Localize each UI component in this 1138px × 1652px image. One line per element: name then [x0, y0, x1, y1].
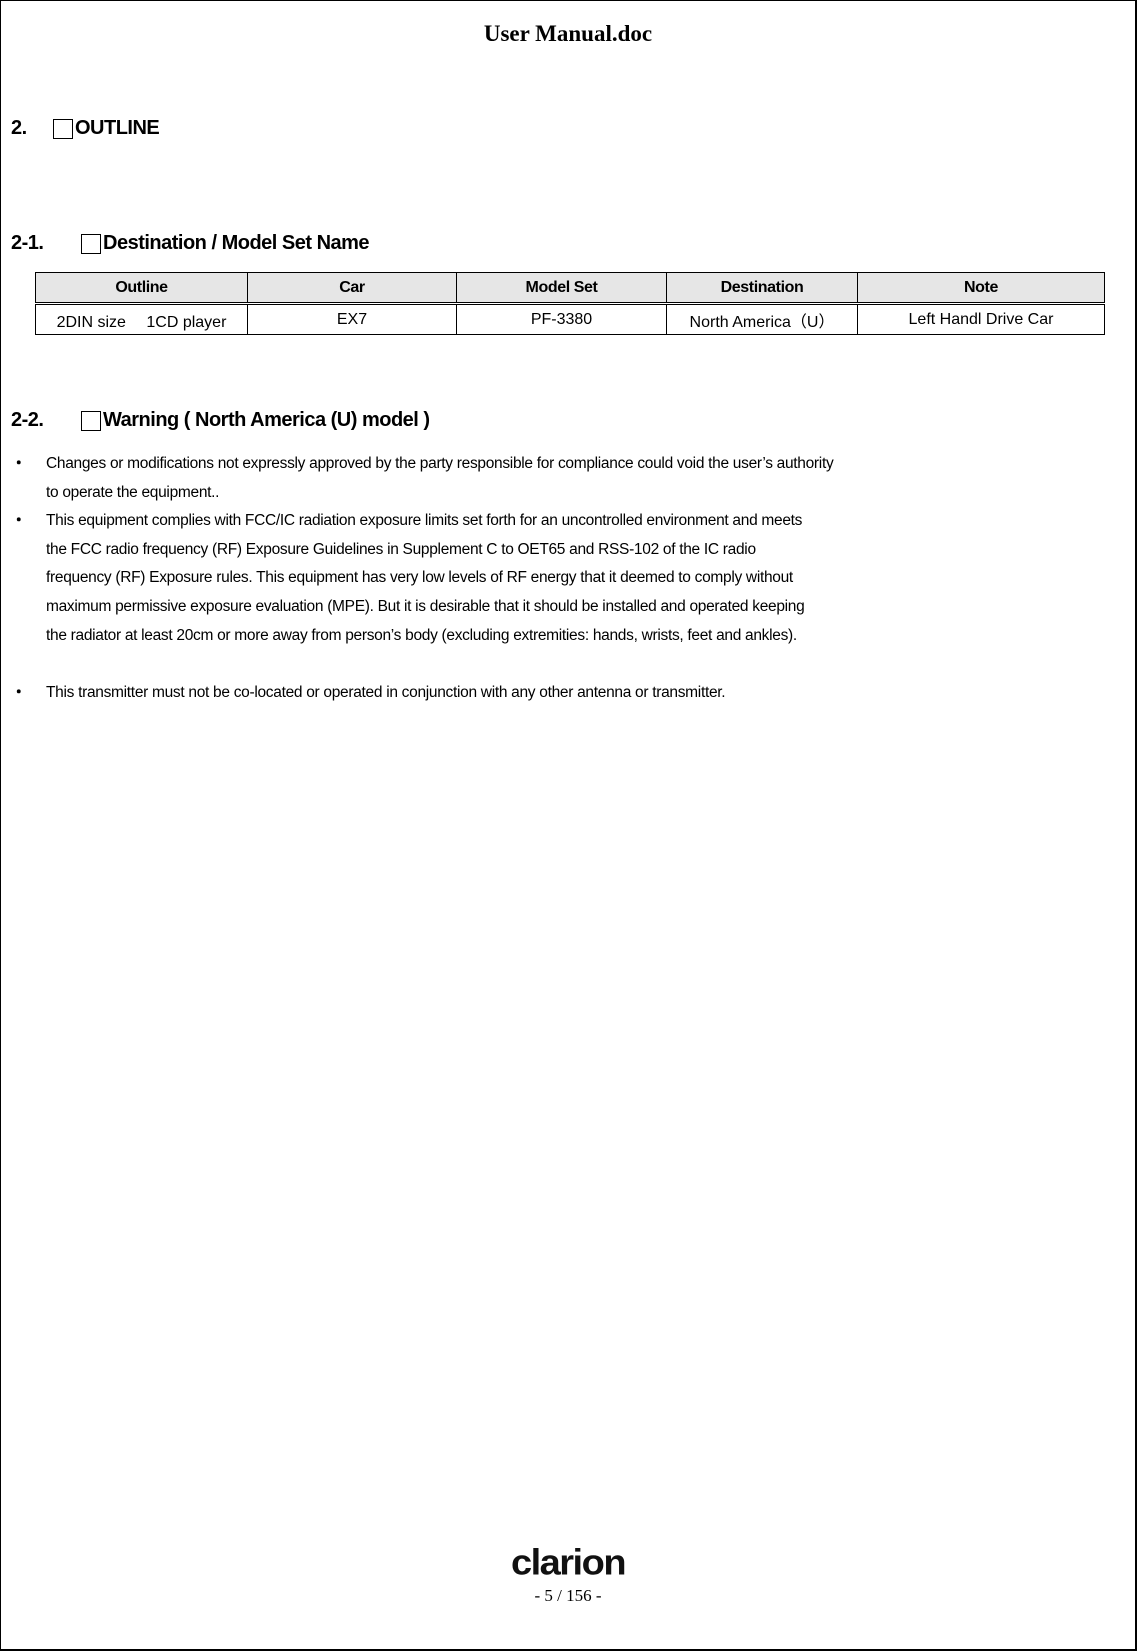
warning-text-line: the FCC radio frequency (RF) Exposure Gu…: [46, 540, 756, 558]
section-title: Warning ( North America (U) model ): [103, 409, 430, 431]
warning-text-line: This equipment complies with FCC/IC radi…: [46, 512, 803, 530]
section-title: Destination / Model Set Name: [103, 232, 370, 254]
section-heading-warning: 2-2. Warning ( North America (U) model ): [11, 409, 430, 432]
model-set-table: Outline Car Model Set Destination Note 2…: [35, 272, 1105, 335]
cell-destination: North America（U）: [666, 303, 858, 335]
cell-model-set: PF-3380: [456, 303, 667, 335]
clarion-logo: clarion: [510, 1543, 627, 1583]
column-header-destination: Destination: [666, 272, 858, 304]
column-header-note: Note: [857, 272, 1105, 304]
section-title: OUTLINE: [75, 117, 160, 139]
warning-text-line: to operate the equipment..: [46, 483, 220, 501]
warning-text-line: frequency (RF) Exposure rules. This equi…: [46, 569, 793, 587]
checkbox-placeholder-icon: [81, 410, 101, 431]
column-header-model-set: Model Set: [456, 272, 667, 304]
checkbox-placeholder-icon: [81, 233, 101, 254]
column-header-car: Car: [247, 272, 457, 304]
page-number: - 5 / 156 -: [534, 1586, 602, 1605]
section-heading-destination: 2-1. Destination / Model Set Name: [11, 232, 370, 255]
bullet-icon: ・: [11, 512, 27, 530]
warning-text-line: This transmitter must not be co-located …: [46, 683, 726, 701]
column-header-outline: Outline: [35, 272, 248, 304]
section-heading-outline: 2. OUTLINE: [11, 117, 160, 140]
warning-item: ・ This transmitter must not be co-locate…: [11, 679, 1111, 708]
bullet-icon: ・: [11, 683, 27, 701]
checkbox-placeholder-icon: [53, 118, 73, 139]
table-row: 2DIN size 1CD player EX7 PF-3380 North A…: [35, 303, 1105, 335]
section-number: 2-2.: [11, 409, 44, 431]
warning-text-line: maximum permissive exposure evaluation (…: [46, 597, 805, 615]
warning-item: ・ Changes or modifications not expressly…: [11, 450, 1111, 507]
warning-text-line: the radiator at least 20cm or more away …: [46, 626, 797, 644]
document-page: User Manual.doc 2. OUTLINE 2-1. Destinat…: [0, 0, 1137, 1651]
table-header-row: Outline Car Model Set Destination Note: [35, 272, 1105, 304]
bullet-icon: ・: [11, 455, 27, 472]
cell-outline: 2DIN size 1CD player: [35, 303, 248, 335]
document-header-title: User Manual.doc: [483, 21, 653, 46]
warning-text-line: Changes or modifications not expressly a…: [46, 455, 834, 472]
cell-note: Left Handl Drive Car: [857, 303, 1105, 335]
warning-item: ・ This equipment complies with FCC/IC ra…: [11, 507, 1111, 650]
cell-car: EX7: [247, 303, 457, 335]
section-number: 2-1.: [11, 232, 44, 254]
warning-list: ・ Changes or modifications not expressly…: [11, 450, 1111, 707]
section-number: 2.: [11, 117, 27, 139]
